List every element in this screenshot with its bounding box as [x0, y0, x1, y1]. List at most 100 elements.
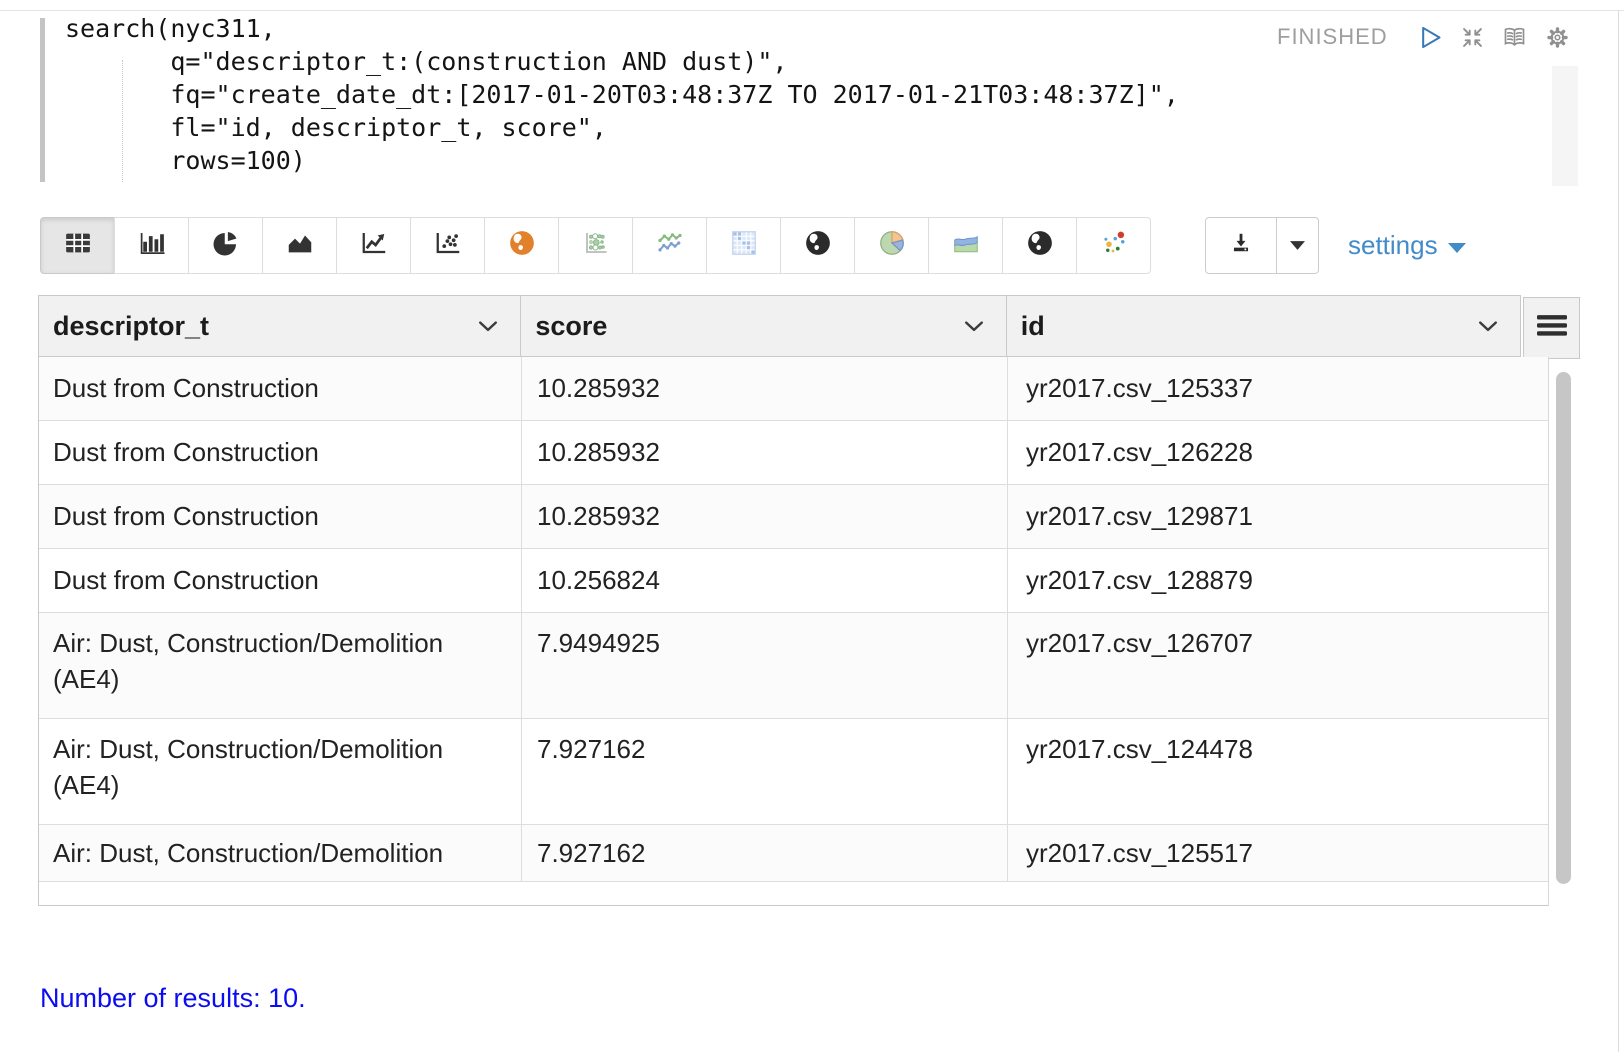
cell-id: yr2017.csv_128879	[1008, 549, 1534, 612]
table-row: Dust from Construction 10.256824 yr2017.…	[39, 549, 1548, 613]
globe-dark-icon	[803, 228, 833, 263]
cell-descriptor-t: Dust from Construction	[39, 485, 522, 548]
results-count-text: Number of results: 10.	[40, 983, 306, 1014]
paragraph-top-divider	[0, 10, 1624, 11]
cell-id: yr2017.csv_124478	[1008, 719, 1534, 824]
viz-button-area-chart[interactable]	[262, 217, 337, 274]
cell-descriptor-t: Dust from Construction	[39, 421, 522, 484]
column-header-id[interactable]: id	[1007, 296, 1520, 356]
column-header-descriptor-t[interactable]: descriptor_t	[39, 296, 521, 356]
column-label: score	[535, 311, 607, 342]
bar-chart-icon	[137, 228, 167, 263]
cell-id: yr2017.csv_125517	[1008, 825, 1534, 881]
cell-score: 10.285932	[522, 421, 1008, 484]
settings-label: settings	[1348, 230, 1438, 261]
heatmap-icon	[729, 228, 759, 263]
cell-score: 7.927162	[522, 719, 1008, 824]
multi-line-chart-icon	[655, 228, 685, 263]
pie-chart-icon	[211, 228, 241, 263]
cell-descriptor-t: Air: Dust, Construction/Demolition (AE4)	[39, 613, 522, 718]
code-line[interactable]: fl="id, descriptor_t, score",	[65, 111, 1179, 144]
cell-score: 10.285932	[522, 357, 1008, 420]
column-label: id	[1021, 311, 1045, 342]
status-badge: FINISHED	[1277, 24, 1388, 50]
viz-button-line-chart[interactable]	[336, 217, 411, 274]
download-button[interactable]	[1205, 217, 1277, 274]
code-line[interactable]: search(nyc311,	[65, 12, 1179, 45]
gear-icon	[1544, 38, 1571, 55]
download-options-button[interactable]	[1277, 217, 1319, 274]
viz-button-scatter-color[interactable]	[1076, 217, 1151, 274]
table-row: Air: Dust, Construction/Demolition 7.927…	[39, 825, 1548, 882]
chevron-down-icon[interactable]	[964, 320, 984, 333]
area-chart-icon	[285, 228, 315, 263]
cell-id: yr2017.csv_126707	[1008, 613, 1534, 718]
cell-id: yr2017.csv_125337	[1008, 357, 1534, 420]
play-icon	[1417, 38, 1444, 55]
viz-button-globe-dark[interactable]	[780, 217, 855, 274]
notebook-paragraph: search(nyc311, q="descriptor_t:(construc…	[0, 0, 1624, 1052]
viz-button-map-globe-orange[interactable]	[484, 217, 559, 274]
globe-orange-icon	[507, 228, 537, 263]
viz-button-globe-dark-2[interactable]	[1002, 217, 1077, 274]
cell-score: 10.285932	[522, 485, 1008, 548]
table-row: Air: Dust, Construction/Demolition (AE4)…	[39, 719, 1548, 825]
pie-color-icon	[877, 228, 907, 263]
table-row: Dust from Construction 10.285932 yr2017.…	[39, 357, 1548, 421]
column-label: descriptor_t	[53, 311, 209, 342]
table-row: Dust from Construction 10.285932 yr2017.…	[39, 421, 1548, 485]
scatter-color-icon	[1099, 228, 1129, 263]
cell-score: 7.927162	[522, 825, 1008, 881]
cell-descriptor-t: Air: Dust, Construction/Demolition	[39, 825, 522, 881]
viz-button-heatmap-blue[interactable]	[706, 217, 781, 274]
viz-button-bar-chart[interactable]	[114, 217, 189, 274]
code-line[interactable]: rows=100)	[65, 144, 1179, 177]
code-scrollbar-track[interactable]	[1552, 66, 1578, 186]
hamburger-menu-icon	[1537, 315, 1567, 341]
paragraph-right-divider	[1618, 10, 1619, 1052]
table-row: Air: Dust, Construction/Demolition (AE4)…	[39, 613, 1548, 719]
viz-button-pie-chart[interactable]	[188, 217, 263, 274]
column-header-score[interactable]: score	[521, 296, 1006, 356]
compress-icon	[1459, 38, 1486, 55]
book-icon	[1501, 38, 1528, 55]
code-editor[interactable]: search(nyc311, q="descriptor_t:(construc…	[65, 12, 1179, 177]
table-header-row: descriptor_t score id	[38, 295, 1521, 357]
scatter-plot-icon	[433, 228, 463, 263]
viz-button-table[interactable]	[40, 217, 115, 274]
viz-button-scatter-plot[interactable]	[410, 217, 485, 274]
cell-descriptor-t: Dust from Construction	[39, 549, 522, 612]
viz-button-bubble-chart-green[interactable]	[558, 217, 633, 274]
visualization-toolbar	[40, 217, 1151, 274]
caret-down-icon	[1448, 243, 1466, 253]
code-line[interactable]: q="descriptor_t:(construction AND dust)"…	[65, 45, 1179, 78]
download-icon	[1228, 230, 1254, 261]
cell-score: 7.9494925	[522, 613, 1008, 718]
cell-descriptor-t: Dust from Construction	[39, 357, 522, 420]
code-gutter-bar	[40, 18, 45, 182]
chevron-down-icon[interactable]	[1478, 320, 1498, 333]
viz-button-area-chart-color[interactable]	[928, 217, 1003, 274]
paragraph-settings-button[interactable]	[1544, 24, 1571, 51]
results-table: descriptor_t score id	[38, 295, 1580, 907]
notebook-link-button[interactable]	[1501, 24, 1528, 51]
grid-menu-button[interactable]	[1523, 297, 1580, 359]
code-line[interactable]: fq="create_date_dt:[2017-01-20T03:48:37Z…	[65, 78, 1179, 111]
globe-dark-icon	[1025, 228, 1055, 263]
viz-button-pie-chart-color[interactable]	[854, 217, 929, 274]
viz-button-multi-line-chart[interactable]	[632, 217, 707, 274]
table-row: Dust from Construction 10.285932 yr2017.…	[39, 485, 1548, 549]
cell-id: yr2017.csv_126228	[1008, 421, 1534, 484]
bubble-chart-green-icon	[581, 228, 611, 263]
settings-toggle[interactable]: settings	[1348, 217, 1466, 274]
cell-score: 10.256824	[522, 549, 1008, 612]
caret-down-icon	[1290, 237, 1305, 255]
table-scrollbar-thumb[interactable]	[1556, 372, 1571, 884]
chevron-down-icon[interactable]	[478, 320, 498, 333]
table-icon	[63, 228, 93, 263]
collapse-button[interactable]	[1459, 24, 1486, 51]
cell-id: yr2017.csv_129871	[1008, 485, 1534, 548]
line-chart-icon	[359, 228, 389, 263]
cell-descriptor-t: Air: Dust, Construction/Demolition (AE4)	[39, 719, 522, 824]
run-button[interactable]	[1417, 24, 1444, 51]
